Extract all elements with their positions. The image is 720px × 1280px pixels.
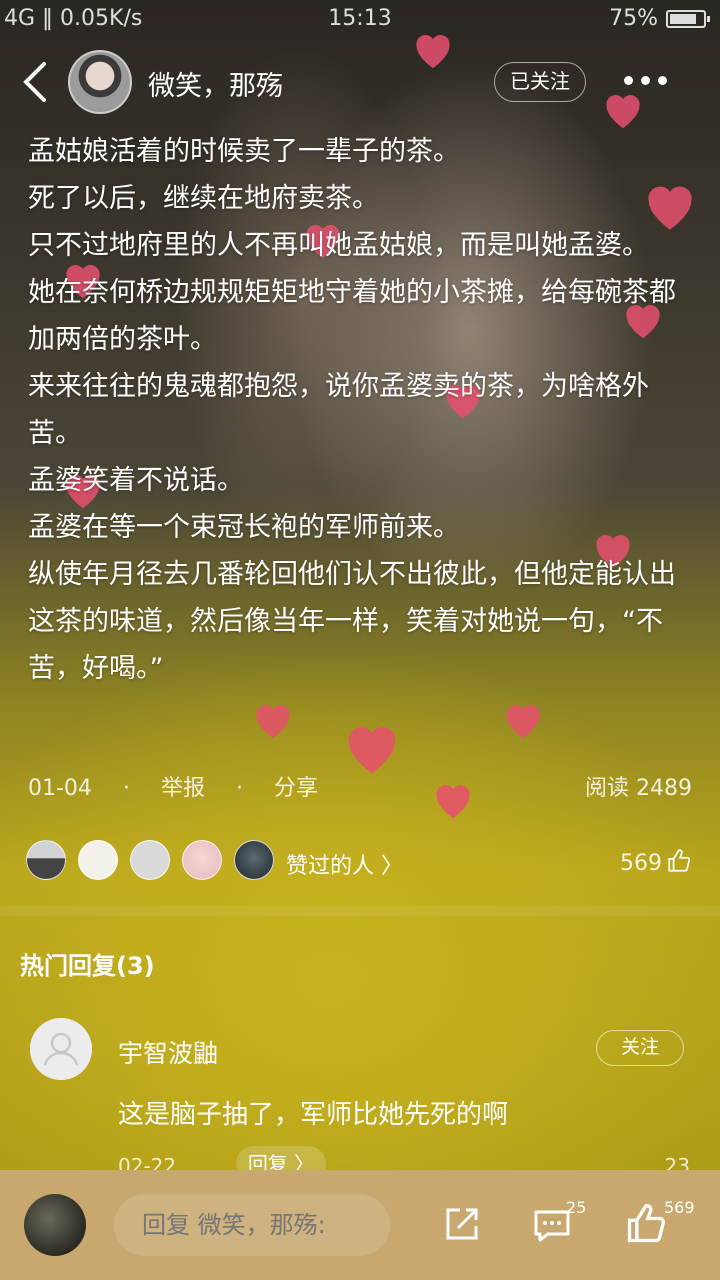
top-header: 微笑，那殇 已关注 <box>0 44 720 120</box>
liker-avatar[interactable] <box>26 840 66 880</box>
battery-percent: 75% <box>609 6 658 31</box>
liker-avatar[interactable] <box>182 840 222 880</box>
separator: · <box>235 776 243 801</box>
story-paragraph: 孟婆在等一个束冠长袍的军师前来。 <box>28 512 460 543</box>
story-paragraph: 只不过地府里的人不再叫她孟姑娘，而是叫她孟婆。 <box>28 230 649 261</box>
heart-icon <box>500 700 546 740</box>
likers-row[interactable]: 赞过的人 〉 569 <box>26 838 696 884</box>
replier-name[interactable]: 宇智波鼬 <box>118 1034 218 1070</box>
heart-icon <box>250 700 296 740</box>
hot-replies-title: 热门回复(3) <box>20 952 155 980</box>
liker-avatar[interactable] <box>78 840 118 880</box>
like-icon[interactable] <box>624 1202 668 1246</box>
read-count: 阅读 2489 <box>585 776 692 801</box>
liker-avatar[interactable] <box>130 840 170 880</box>
like-count-badge: 569 <box>664 1198 695 1217</box>
share-icon[interactable] <box>440 1202 484 1246</box>
reply-text: 这是脑子抽了，军师比她先死的啊 <box>118 1100 509 1130</box>
story-paragraph: 她在奈何桥边规规矩矩地守着她的小茶摊，给每碗茶都加两倍的茶叶。 <box>28 277 676 355</box>
story-content: 孟姑娘活着的时候卖了一辈子的茶。 死了以后，继续在地府卖茶。 只不过地府里的人不… <box>28 128 694 692</box>
separator: · <box>122 776 130 801</box>
follow-button[interactable]: 关注 <box>596 1030 684 1066</box>
story-paragraph: 孟姑娘活着的时候卖了一辈子的茶。 <box>28 136 460 167</box>
author-avatar[interactable] <box>68 50 132 114</box>
story-paragraph: 孟婆笑着不说话。 <box>28 465 244 496</box>
author-name[interactable]: 微笑，那殇 <box>148 64 283 103</box>
following-button[interactable]: 已关注 <box>494 62 586 102</box>
back-arrow-icon[interactable] <box>20 60 50 104</box>
section-divider <box>0 906 720 916</box>
battery-icon <box>666 10 710 28</box>
bottom-bar: 25 569 <box>0 1170 720 1280</box>
share-link[interactable]: 分享 <box>274 770 318 802</box>
heart-icon <box>340 720 404 776</box>
my-avatar[interactable] <box>24 1194 86 1256</box>
liker-avatar[interactable] <box>234 840 274 880</box>
likers-link[interactable]: 赞过的人 〉 <box>286 848 403 880</box>
reply-input[interactable] <box>114 1194 390 1256</box>
story-paragraph: 死了以后，继续在地府卖茶。 <box>28 183 379 214</box>
comment-count: 25 <box>566 1198 587 1217</box>
post-meta: 01-04 · 举报 · 分享 阅读 2489 <box>28 770 692 806</box>
replier-avatar[interactable] <box>30 1018 92 1080</box>
status-bar: 4G ‖ 0.05K/s 15:13 75% <box>0 0 720 38</box>
post-date: 01-04 <box>28 776 92 801</box>
report-link[interactable]: 举报 <box>161 770 205 802</box>
reply-item: 宇智波鼬 关注 这是脑子抽了，军师比她先死的啊 02-22 回复 〉 23 <box>0 1014 720 1174</box>
story-paragraph: 来来往往的鬼魂都抱怨，说你孟婆卖的茶，为啥格外苦。 <box>28 371 649 449</box>
thumbs-up-icon <box>666 848 692 880</box>
more-options-icon[interactable] <box>624 70 678 90</box>
like-count[interactable]: 569 <box>620 848 692 880</box>
story-paragraph: 纵使年月径去几番轮回他们认不出彼此，但他定能认出这茶的味道，然后像当年一样，笑着… <box>28 559 676 684</box>
